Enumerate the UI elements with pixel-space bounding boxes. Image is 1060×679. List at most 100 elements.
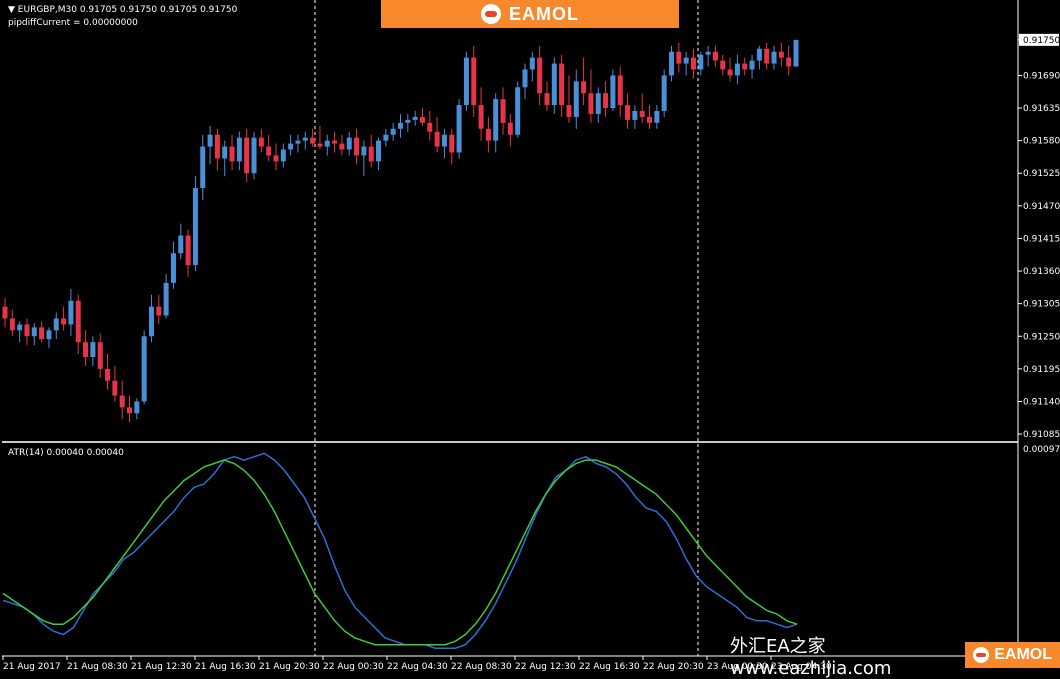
time-axis-label: 21 Aug 12:30 <box>131 662 192 672</box>
candle-bear <box>786 57 792 67</box>
price-axis-label: 0.91690 <box>1023 71 1060 81</box>
candle-bull <box>683 57 689 64</box>
atr-label: ATR(14) 0.00040 0.00040 <box>8 448 124 458</box>
candle-bull <box>463 57 469 106</box>
candle-bull <box>31 327 37 337</box>
candle-bull <box>134 401 140 414</box>
candle-bear <box>485 128 491 141</box>
candle-bear <box>273 155 279 162</box>
candle-bull <box>551 63 557 106</box>
candle-bull <box>412 116 418 120</box>
candle-bear <box>581 81 587 94</box>
candle-bull <box>456 105 462 153</box>
candle-bear <box>310 137 316 144</box>
candle-bull <box>734 63 740 76</box>
candle-bear <box>537 57 543 94</box>
candle-bull <box>756 48 762 61</box>
candle-bull <box>200 146 206 189</box>
candle-bull <box>68 300 74 325</box>
price-axis-label: 0.91470 <box>1023 202 1060 212</box>
robot-logo-icon <box>481 4 501 24</box>
candle-bear <box>156 306 162 316</box>
candle-bull <box>661 75 667 111</box>
watermark-badge-label: EAMOL <box>994 646 1052 663</box>
indicator-line: pipdiffCurrent = 0.00000000 <box>8 18 138 28</box>
candle-bull <box>280 149 286 162</box>
candle-bull <box>192 188 198 266</box>
candle-bear <box>185 235 191 266</box>
candle-bear <box>419 116 425 123</box>
candle-bear <box>75 300 81 343</box>
candle-bull <box>522 69 528 88</box>
watermark-badge: EAMOL <box>965 642 1060 668</box>
candle-bull <box>705 51 711 55</box>
candle-bear <box>617 75 623 106</box>
candle-bear <box>266 146 272 156</box>
candle-bull <box>148 306 154 337</box>
price-axis-label: 0.91635 <box>1023 104 1060 114</box>
collapse-triangle-icon[interactable]: ▼ <box>8 5 15 15</box>
chart-canvas: 0.91750 0.91690 0.91635 0.91580 0.91525 0.914… <box>2 0 1060 672</box>
candle-bull <box>295 140 301 144</box>
price-axis-label: 0.91140 <box>1023 397 1060 407</box>
candle-bull <box>383 134 389 141</box>
current-price-label: 0.91750 <box>1023 36 1060 46</box>
candle-bull <box>17 324 23 331</box>
candle-bear <box>258 137 264 147</box>
candle-bear <box>720 60 726 70</box>
candle-bear <box>639 110 645 117</box>
candle-bear <box>119 395 125 408</box>
time-axis-label: 21 Aug 2017 <box>3 662 61 672</box>
candle-bear <box>500 99 506 123</box>
candle-bear <box>127 407 133 414</box>
price-axis-label: 0.91525 <box>1023 169 1060 179</box>
candle-bull <box>324 140 330 147</box>
candle-bull <box>493 99 499 141</box>
candle-bull <box>163 282 169 316</box>
candle-bear <box>244 137 250 174</box>
candle-bear <box>368 146 374 162</box>
price-axis-label: 0.91415 <box>1023 234 1060 244</box>
candle-bear <box>742 63 748 70</box>
candle-bull <box>749 60 755 70</box>
candle-bear <box>354 137 360 156</box>
time-axis-label: 22 Aug 12:30 <box>515 662 576 672</box>
brand-banner: EAMOL <box>381 0 679 28</box>
candle-bear <box>712 51 718 61</box>
symbol-line: EURGBP,M30 0.91705 0.91750 0.91705 0.917… <box>17 5 238 15</box>
time-axis-label: 22 Aug 16:30 <box>579 662 640 672</box>
robot-logo-icon <box>973 647 990 663</box>
candle-bull <box>178 235 184 254</box>
candle-bull <box>90 342 96 358</box>
candle-bull <box>515 87 521 135</box>
candle-bear <box>317 143 323 147</box>
candle-bear <box>603 93 609 109</box>
candle-bull <box>529 57 535 70</box>
candle-bull <box>390 128 396 135</box>
candle-bear <box>764 48 770 64</box>
candle-bull <box>573 81 579 117</box>
candle-bear <box>105 368 111 381</box>
candle-bull <box>207 134 213 147</box>
candle-bear <box>778 51 784 58</box>
price-axis-label: 0.91250 <box>1023 332 1060 342</box>
candle-bear <box>332 140 338 144</box>
candle-bear <box>449 134 455 153</box>
price-axis-label: 0.91580 <box>1023 137 1060 147</box>
candle-bear <box>112 380 118 396</box>
candle-bear <box>544 93 550 106</box>
candle-bull <box>346 137 352 150</box>
price-axis-label: 0.91085 <box>1023 430 1060 440</box>
candle-bull <box>288 143 294 150</box>
candle-bull <box>595 93 601 114</box>
time-axis-label: 22 Aug 04:30 <box>387 662 448 672</box>
time-axis-label: 21 Aug 20:30 <box>259 662 320 672</box>
candle-bull <box>405 119 411 123</box>
price-axis-label: 0.91360 <box>1023 267 1060 277</box>
candle-bull <box>302 137 308 141</box>
candle-bear <box>559 63 565 106</box>
candle-bull <box>398 122 403 129</box>
candle-bear <box>434 131 440 147</box>
atr-line <box>2 452 798 649</box>
candle-bear <box>478 105 484 129</box>
